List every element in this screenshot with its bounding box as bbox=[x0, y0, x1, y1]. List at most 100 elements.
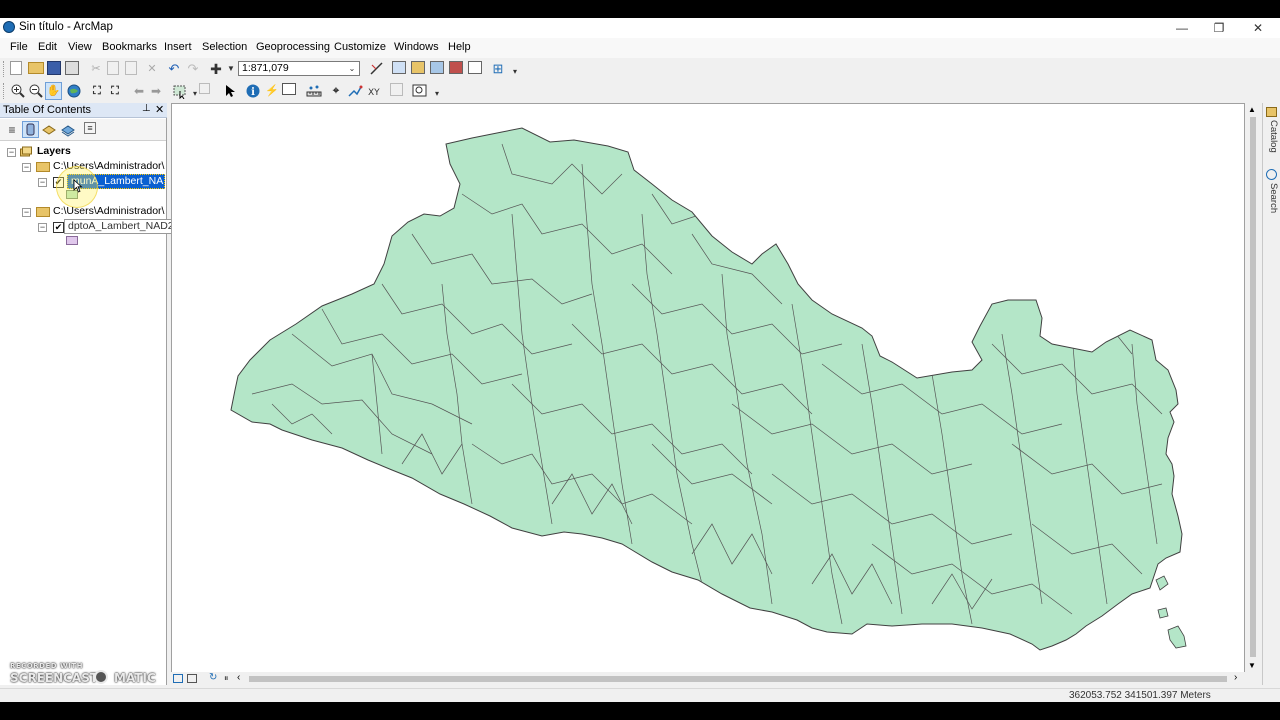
toc-close-icon[interactable]: ✕ bbox=[155, 103, 164, 116]
pause-drawing-icon[interactable]: ⏸ bbox=[224, 673, 229, 684]
country-outline-shape bbox=[230, 127, 1183, 651]
layer-2-visibility-checkbox[interactable]: ✔ bbox=[53, 222, 64, 233]
screencast-watermark: RECORDED WITH SCREENCAST MATIC bbox=[10, 662, 156, 686]
folder-icon bbox=[36, 207, 50, 217]
search-tab[interactable]: Search bbox=[1264, 183, 1279, 213]
vertical-scroll-thumb[interactable] bbox=[1250, 117, 1256, 657]
layer-2-collapse-toggle[interactable]: − bbox=[38, 223, 47, 232]
fixed-zoom-out-icon[interactable]: ⛶ bbox=[107, 83, 123, 99]
zoom-out-icon[interactable] bbox=[28, 83, 44, 99]
layout-view-icon[interactable] bbox=[187, 674, 197, 683]
delete-icon[interactable]: ✕ bbox=[144, 61, 160, 77]
restore-button[interactable]: ❐ bbox=[1201, 18, 1237, 38]
list-by-visibility-icon[interactable] bbox=[41, 122, 57, 138]
cut-icon[interactable]: ✂ bbox=[88, 61, 104, 77]
toolbar-grip[interactable] bbox=[3, 61, 7, 77]
hyperlink-icon[interactable]: ⚡ bbox=[264, 83, 280, 99]
table-of-contents-window-icon[interactable] bbox=[392, 61, 406, 74]
full-extent-globe-icon[interactable] bbox=[66, 83, 82, 99]
new-document-icon[interactable] bbox=[10, 61, 22, 75]
data-view-icon[interactable] bbox=[173, 674, 183, 683]
menu-insert[interactable]: Insert bbox=[164, 41, 192, 53]
add-data-dropdown-icon[interactable]: ▼ bbox=[223, 61, 239, 77]
group-1-collapse-toggle[interactable]: − bbox=[22, 163, 31, 172]
group-2-collapse-toggle[interactable]: − bbox=[22, 208, 31, 217]
menu-view[interactable]: View bbox=[68, 41, 92, 53]
map-vertical-scrollbar[interactable]: ▲ ▼ bbox=[1246, 103, 1260, 673]
menu-edit[interactable]: Edit bbox=[38, 41, 57, 53]
open-time-slider-icon[interactable] bbox=[390, 83, 403, 96]
close-button[interactable]: ✕ bbox=[1240, 18, 1276, 38]
toolbar-options-icon[interactable]: ▾ bbox=[429, 86, 445, 102]
group-2-path[interactable]: C:\Users\Administrador\ bbox=[53, 205, 165, 217]
toc-title: Table Of Contents bbox=[3, 104, 92, 116]
map-scale-input[interactable]: 1:871,079 ⌄ bbox=[238, 61, 360, 76]
scroll-right-icon[interactable]: › bbox=[1234, 672, 1237, 683]
layers-collapse-toggle[interactable]: − bbox=[7, 148, 16, 157]
svg-text:i: i bbox=[251, 87, 255, 98]
add-data-icon[interactable]: ✚ bbox=[208, 61, 224, 77]
copy-icon[interactable] bbox=[107, 61, 119, 75]
html-popup-icon[interactable] bbox=[282, 83, 296, 95]
scroll-left-icon[interactable]: ‹ bbox=[237, 672, 240, 683]
redo-icon[interactable]: ↷ bbox=[185, 61, 201, 77]
fixed-zoom-in-icon[interactable]: ⛶ bbox=[89, 83, 105, 99]
menu-file[interactable]: File bbox=[10, 41, 28, 53]
menu-geoprocessing[interactable]: Geoprocessing bbox=[256, 41, 330, 53]
go-to-xy-icon[interactable]: XY bbox=[366, 83, 382, 99]
layer-2-symbol-swatch[interactable] bbox=[66, 236, 78, 245]
cursor-coordinates: 362053.752 341501.397 Meters bbox=[1069, 690, 1211, 701]
arctoolbox-icon[interactable] bbox=[449, 61, 463, 74]
catalog-tab-icon[interactable] bbox=[1266, 107, 1277, 117]
scroll-down-icon[interactable]: ▼ bbox=[1248, 661, 1256, 670]
pan-hand-icon[interactable]: ✋ bbox=[45, 82, 62, 100]
refresh-icon[interactable]: ↻ bbox=[209, 672, 217, 683]
select-elements-arrow-icon[interactable] bbox=[222, 83, 238, 99]
scroll-up-icon[interactable]: ▲ bbox=[1248, 105, 1256, 114]
map-horizontal-scrollbar[interactable]: ↻ ⏸ ‹ › bbox=[171, 672, 1246, 686]
identify-icon[interactable]: i bbox=[245, 83, 261, 99]
go-back-icon[interactable]: ⬅ bbox=[131, 83, 147, 99]
zoom-in-icon[interactable] bbox=[10, 83, 26, 99]
undo-icon[interactable]: ↶ bbox=[166, 61, 182, 77]
toc-options-icon[interactable]: ≡ bbox=[84, 122, 96, 134]
find-binoculars-icon[interactable]: ⌖ bbox=[328, 83, 344, 99]
clear-selection-icon[interactable] bbox=[199, 83, 210, 94]
layer-2-name[interactable]: dptoA_Lambert_NAD27 bbox=[68, 220, 174, 232]
measure-icon[interactable] bbox=[306, 83, 322, 99]
list-by-selection-icon[interactable] bbox=[60, 122, 76, 138]
toolbar-options-icon[interactable]: ▾ bbox=[507, 64, 523, 80]
search-window-icon[interactable] bbox=[430, 61, 444, 74]
print-icon[interactable] bbox=[65, 61, 79, 75]
catalog-window-icon[interactable] bbox=[411, 61, 425, 74]
paste-icon[interactable] bbox=[125, 61, 137, 75]
select-by-rectangle-icon[interactable] bbox=[172, 83, 188, 100]
catalog-tab[interactable]: Catalog bbox=[1264, 120, 1279, 153]
go-forward-icon[interactable]: ➡ bbox=[148, 83, 164, 99]
menu-bookmarks[interactable]: Bookmarks bbox=[102, 41, 157, 53]
list-by-drawing-order-icon[interactable]: ≡ bbox=[4, 122, 20, 138]
mouse-pointer-icon bbox=[73, 179, 83, 193]
minimize-button[interactable]: — bbox=[1164, 18, 1200, 38]
scale-dropdown-icon[interactable]: ⌄ bbox=[346, 62, 358, 75]
menu-selection[interactable]: Selection bbox=[202, 41, 247, 53]
auto-hide-pin-icon[interactable]: ⊥ bbox=[142, 103, 151, 114]
menu-customize[interactable]: Customize bbox=[334, 41, 386, 53]
map-display[interactable] bbox=[171, 103, 1245, 673]
layers-root-label[interactable]: Layers bbox=[37, 145, 71, 157]
open-folder-icon[interactable] bbox=[28, 62, 44, 74]
map-scale-value: 1:871,079 bbox=[242, 62, 289, 74]
editor-toolbar-icon[interactable] bbox=[369, 61, 385, 77]
python-window-icon[interactable] bbox=[468, 61, 482, 74]
create-viewer-window-icon[interactable] bbox=[412, 83, 428, 99]
layer-1-collapse-toggle[interactable]: − bbox=[38, 178, 47, 187]
modelbuilder-icon[interactable]: ⊞ bbox=[490, 61, 506, 77]
list-by-source-icon[interactable] bbox=[22, 121, 39, 138]
save-icon[interactable] bbox=[47, 61, 61, 75]
horizontal-scroll-thumb[interactable] bbox=[249, 676, 1227, 682]
menu-windows[interactable]: Windows bbox=[394, 41, 439, 53]
find-route-icon[interactable] bbox=[347, 83, 363, 99]
search-tab-icon[interactable] bbox=[1266, 169, 1277, 180]
toolbar-grip[interactable] bbox=[3, 83, 7, 99]
menu-help[interactable]: Help bbox=[448, 41, 471, 53]
